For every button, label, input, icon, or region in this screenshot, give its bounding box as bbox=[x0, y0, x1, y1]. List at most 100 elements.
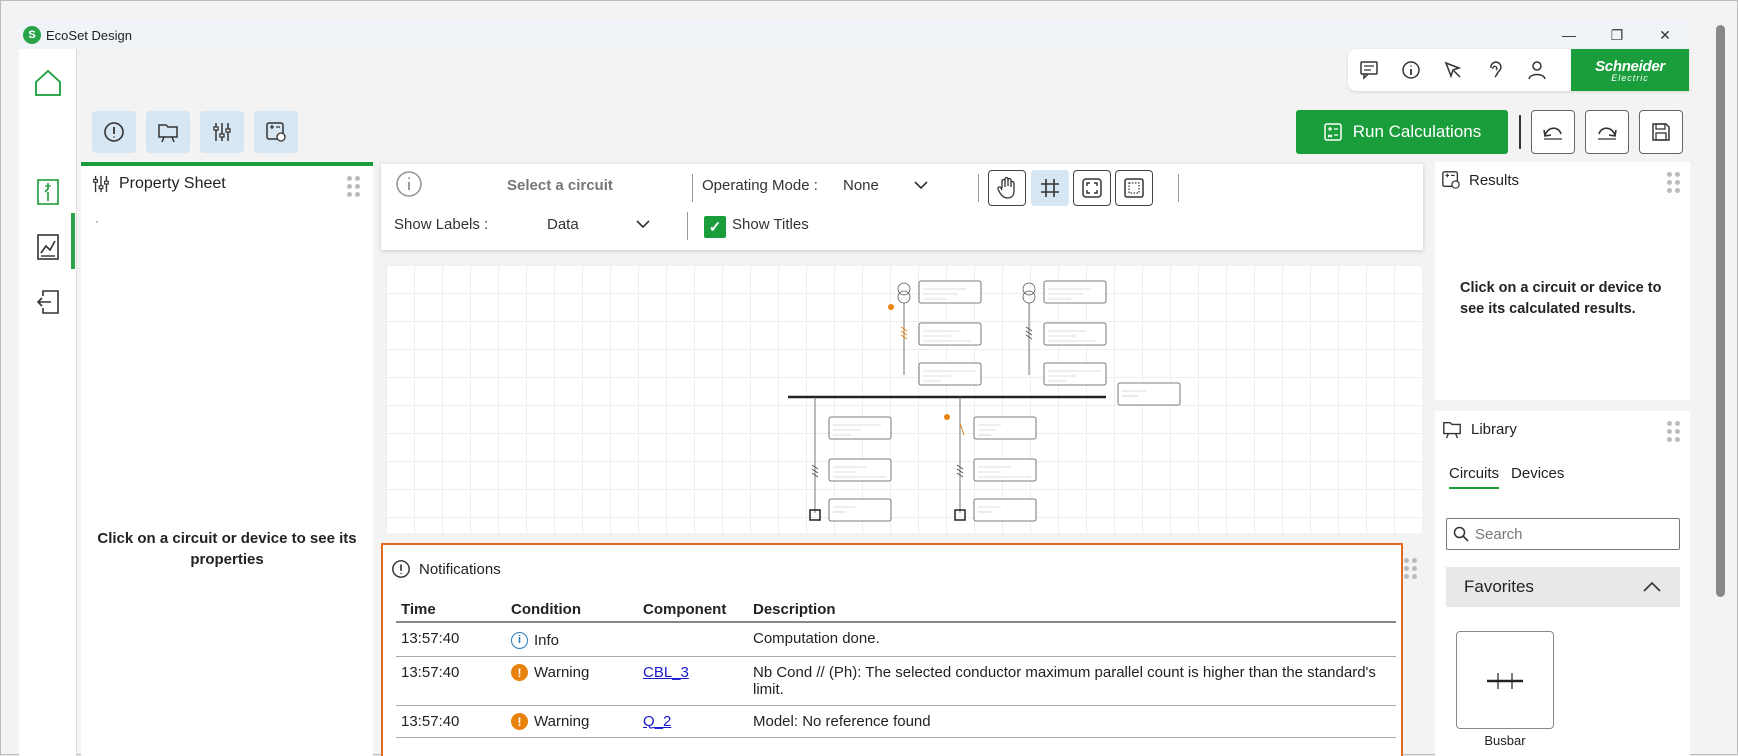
cell-time: 13:57:40 bbox=[396, 705, 506, 738]
results-header: Results bbox=[1435, 162, 1690, 198]
window-controls: — ❐ ✕ bbox=[1545, 21, 1689, 49]
drag-handle-icon[interactable] bbox=[1667, 172, 1681, 193]
diagram-control-bar: Select a circuit Operating Mode : None S… bbox=[381, 164, 1423, 250]
grid-toggle-button[interactable] bbox=[1031, 170, 1069, 206]
operating-mode-select[interactable]: None bbox=[843, 170, 943, 200]
notifications-header: Notifications bbox=[391, 559, 501, 579]
tab-circuits[interactable]: Circuits bbox=[1449, 465, 1500, 489]
library-title: Library bbox=[1471, 420, 1517, 438]
favorites-section-header[interactable]: Favorites bbox=[1446, 567, 1680, 607]
user-icon[interactable] bbox=[1516, 49, 1558, 91]
favorites-label: Favorites bbox=[1464, 577, 1534, 596]
chevron-down-icon bbox=[914, 181, 928, 190]
fit-screen-icon bbox=[1082, 178, 1102, 198]
run-calculations-button[interactable]: Run Calculations bbox=[1296, 110, 1508, 154]
open-library-button[interactable] bbox=[146, 111, 190, 153]
component-link[interactable]: CBL_3 bbox=[643, 664, 689, 681]
library-tabs: Circuits Devices bbox=[1449, 465, 1564, 489]
hand-icon bbox=[997, 176, 1015, 199]
cell-description: Model: No reference found bbox=[748, 705, 1396, 738]
column-header-condition[interactable]: Condition bbox=[506, 595, 638, 623]
library-icon bbox=[1443, 421, 1461, 439]
separator bbox=[1178, 174, 1179, 202]
circuit-info-icon[interactable] bbox=[395, 170, 423, 198]
results-panel: Results Click on a circuit or device to … bbox=[1435, 162, 1690, 400]
separator bbox=[978, 174, 979, 202]
fit-to-screen-button[interactable] bbox=[1073, 170, 1111, 206]
separator bbox=[692, 174, 693, 202]
calculator-results-icon bbox=[1442, 171, 1460, 189]
save-button[interactable] bbox=[1639, 110, 1683, 154]
table-header-row: Time Condition Component Description bbox=[396, 595, 1396, 623]
tab-devices[interactable]: Devices bbox=[1511, 465, 1564, 489]
accessibility-icon[interactable] bbox=[1474, 49, 1516, 91]
nav-active-indicator bbox=[71, 213, 75, 269]
pointer-settings-icon[interactable] bbox=[1432, 49, 1474, 91]
condition-text: Warning bbox=[534, 664, 590, 681]
notifications-panel: Notifications Time Condition Component D… bbox=[381, 543, 1403, 756]
search-icon bbox=[1453, 526, 1469, 542]
undo-icon bbox=[1543, 127, 1562, 140]
show-titles-checkbox[interactable]: ✓ bbox=[704, 216, 726, 238]
separator bbox=[687, 212, 688, 240]
run-calculations-label: Run Calculations bbox=[1352, 122, 1482, 141]
table-row[interactable]: 13:57:40 ! Warning CBL_3 Nb Cond // (Ph):… bbox=[396, 656, 1396, 706]
single-line-diagram-canvas[interactable] bbox=[386, 265, 1422, 533]
vertical-scrollbar[interactable] bbox=[1716, 25, 1725, 597]
single-line-diagram-icon[interactable] bbox=[31, 175, 65, 209]
pan-hand-button[interactable] bbox=[988, 170, 1026, 206]
home-icon[interactable] bbox=[31, 66, 65, 100]
column-header-component[interactable]: Component bbox=[638, 595, 748, 623]
busbar-label: Busbar bbox=[1484, 733, 1526, 748]
results-toggle-button[interactable] bbox=[254, 111, 298, 153]
drag-handle-icon[interactable] bbox=[347, 176, 361, 197]
table-row[interactable]: 13:57:40 i Info Computation done. bbox=[396, 622, 1396, 657]
undo-button[interactable] bbox=[1531, 110, 1575, 154]
selection-area-button[interactable] bbox=[1115, 170, 1153, 206]
column-header-description[interactable]: Description bbox=[748, 595, 1396, 623]
chevron-down-icon bbox=[636, 220, 650, 229]
column-header-time[interactable]: Time bbox=[396, 595, 506, 623]
transformer-symbol bbox=[897, 290, 911, 304]
properties-toggle-button[interactable] bbox=[200, 111, 244, 153]
save-icon bbox=[1652, 123, 1670, 141]
folder-board-icon bbox=[158, 124, 178, 143]
report-chart-icon[interactable] bbox=[31, 230, 65, 264]
cell-time: 13:57:40 bbox=[396, 656, 506, 706]
schneider-electric-logo: Schneider Electric bbox=[1571, 49, 1689, 91]
minimize-button[interactable]: — bbox=[1545, 21, 1593, 49]
library-panel: Library Circuits Devices Search Favorite… bbox=[1435, 411, 1690, 756]
calculator-icon bbox=[1323, 123, 1342, 141]
feedback-icon[interactable] bbox=[1348, 49, 1390, 91]
library-header: Library bbox=[1435, 411, 1690, 447]
sliders-icon bbox=[93, 175, 109, 193]
operating-mode-label: Operating Mode : bbox=[702, 177, 818, 194]
chevron-up-icon bbox=[1643, 581, 1661, 592]
cell-component: CBL_3 bbox=[638, 656, 748, 706]
condition-text: Warning bbox=[534, 713, 590, 730]
info-icon[interactable] bbox=[1390, 49, 1432, 91]
property-sheet-hint: Click on a circuit or device to see its … bbox=[97, 530, 357, 568]
alert-circle-icon bbox=[104, 122, 124, 142]
results-title: Results bbox=[1469, 171, 1520, 189]
warning-icon: ! bbox=[511, 713, 528, 730]
show-labels-label: Show Labels : bbox=[394, 216, 489, 233]
redo-button[interactable] bbox=[1585, 110, 1629, 154]
close-button[interactable]: ✕ bbox=[1641, 21, 1689, 49]
busbar-library-item[interactable] bbox=[1456, 631, 1554, 729]
property-placeholder-dot: · bbox=[95, 214, 99, 228]
drag-handle-icon[interactable] bbox=[1667, 421, 1681, 442]
restore-button[interactable]: ❐ bbox=[1593, 21, 1641, 49]
table-row[interactable]: 13:57:40 ! Warning Q_2 Model: No referenc… bbox=[396, 705, 1396, 738]
notifications-toggle-button[interactable] bbox=[92, 111, 136, 153]
cell-description: Computation done. bbox=[748, 622, 1396, 657]
show-labels-select[interactable]: Data bbox=[547, 210, 677, 240]
export-icon[interactable] bbox=[31, 285, 65, 319]
warning-icon: ! bbox=[511, 664, 528, 681]
component-link[interactable]: Q_2 bbox=[643, 713, 671, 730]
cell-condition: i Info bbox=[506, 622, 638, 657]
notifications-title: Notifications bbox=[419, 560, 501, 578]
notifications-drag-handle-icon[interactable] bbox=[1404, 558, 1418, 579]
app-window: S EcoSet Design — ❐ ✕ Schneider Electric… bbox=[0, 0, 1738, 756]
library-search-input[interactable]: Search bbox=[1446, 518, 1680, 550]
